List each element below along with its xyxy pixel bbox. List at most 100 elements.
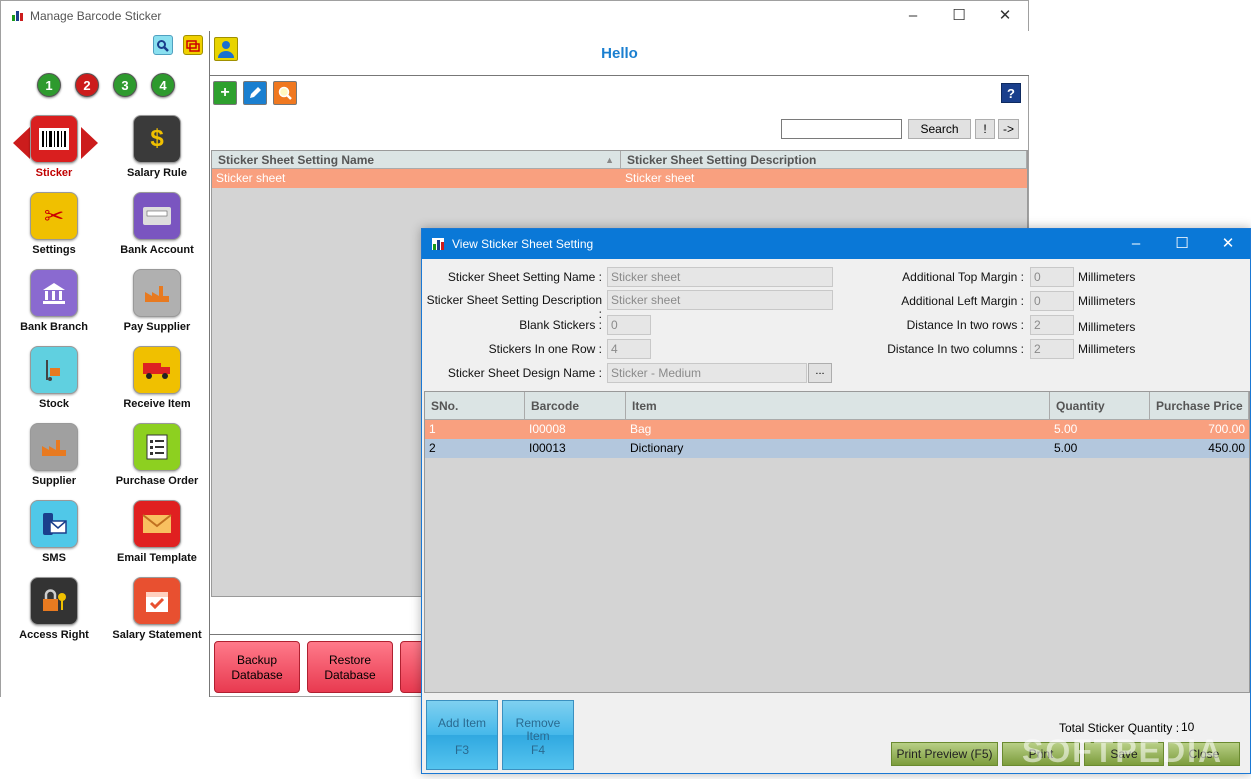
rows-distance-field[interactable]: 2 [1030,315,1074,335]
search-icon[interactable] [153,35,173,55]
design-name-field[interactable]: Sticker - Medium [607,363,807,383]
stickers-per-row-field[interactable]: 4 [607,339,651,359]
column-header-sno[interactable]: SNo. [425,392,525,419]
truck-icon [133,346,181,394]
module-label: Stock [39,398,69,410]
module-supplier[interactable]: Supplier [4,423,104,487]
next-button[interactable]: -> [998,119,1019,139]
edit-pencil-icon[interactable] [243,81,267,105]
module-label: Salary Rule [127,167,187,179]
restore-database-button[interactable]: Restore Database [307,641,393,693]
module-bank-branch[interactable]: Bank Branch [4,269,104,333]
print-preview-button[interactable]: Print Preview (F5) [891,742,998,766]
module-email-template[interactable]: Email Template [107,500,207,564]
module-label: Purchase Order [115,475,199,487]
step-3-button[interactable]: 3 [113,73,137,97]
module-sticker[interactable]: Sticker [4,115,104,179]
add-icon[interactable]: + [213,81,237,105]
search-input[interactable] [781,119,902,139]
cell-quantity: 5.00 [1054,422,1078,436]
top-margin-field[interactable]: 0 [1030,267,1074,287]
backup-database-button[interactable]: Backup Database [214,641,300,693]
button-label: Remove Item [515,716,561,743]
cell-quantity: 5.00 [1054,441,1078,455]
column-header-purchase-price[interactable]: Purchase Price [1150,392,1249,419]
view-sticker-sheet-dialog: View Sticker Sheet Setting – ☐ ✕ Sticker… [421,228,1251,774]
module-label: Pay Supplier [123,321,191,333]
dialog-close-button[interactable]: ✕ [1205,233,1251,255]
blank-stickers-field[interactable]: 0 [607,315,651,335]
cell-barcode: I00008 [529,422,566,436]
remove-item-button[interactable]: Remove Item F4 [502,700,574,770]
search-button[interactable]: Search [908,119,971,139]
lock-key-icon [30,577,78,625]
left-margin-label: Additional Left Margin : [901,294,1024,308]
button-line: Restore [328,653,372,667]
module-pay-supplier[interactable]: Pay Supplier [107,269,207,333]
module-bank-account[interactable]: Bank Account [107,192,207,256]
module-sms[interactable]: SMS [4,500,104,564]
table-row[interactable]: 2 I00013 Dictionary 5.00 450.00 [425,439,1249,458]
button-line: Backup [236,653,278,667]
main-titlebar[interactable]: Manage Barcode Sticker – ☐ ✕ [1,1,1028,31]
left-panel: 1 2 3 4 Sticker $ Salary Rule ✂ Settings… [1,31,209,697]
items-grid-header: SNo. Barcode Item Quantity Purchase Pric… [425,392,1249,420]
column-header-item[interactable]: Item [626,392,1050,419]
rows-distance-label: Distance In two rows : [906,318,1024,332]
browse-design-button[interactable]: ... [808,363,832,383]
step-4-button[interactable]: 4 [151,73,175,97]
cell-sno: 2 [429,441,436,455]
cell-barcode: I00013 [529,441,566,455]
column-header-barcode[interactable]: Barcode [525,392,626,419]
module-salary-rule[interactable]: $ Salary Rule [107,115,207,179]
table-row[interactable]: Sticker sheet Sticker sheet [212,169,1027,188]
grid-header: Sticker Sheet Setting Name ▲ Sticker Shee… [212,151,1027,169]
view-magnifier-icon[interactable] [273,81,297,105]
column-header-quantity[interactable]: Quantity [1050,392,1150,419]
module-access-right[interactable]: Access Right [4,577,104,641]
close-button[interactable]: ✕ [982,5,1028,27]
module-label: Supplier [31,475,76,487]
step-2-button[interactable]: 2 [75,73,99,97]
add-item-button[interactable]: Add Item F3 [426,700,498,770]
minimize-button[interactable]: – [890,5,936,27]
setting-name-field[interactable]: Sticker sheet [607,267,833,287]
module-purchase-order[interactable]: Purchase Order [107,423,207,487]
dialog-titlebar[interactable]: View Sticker Sheet Setting – ☐ ✕ [422,229,1250,259]
maximize-button[interactable]: ☐ [936,5,982,27]
cell-purchase-price: 450.00 [1208,441,1245,455]
left-margin-unit: Millimeters [1078,294,1136,308]
items-grid: SNo. Barcode Item Quantity Purchase Pric… [424,391,1250,693]
column-header-description[interactable]: Sticker Sheet Setting Description [621,151,1027,168]
greeting-bar: Hello [210,31,1029,76]
setting-name-label: Sticker Sheet Setting Name : [447,270,602,284]
top-margin-unit: Millimeters [1078,270,1136,284]
module-stock[interactable]: Stock [4,346,104,410]
module-salary-statement[interactable]: Salary Statement [107,577,207,641]
module-label: Receive Item [123,398,191,410]
tools-icon: ✂ [30,192,78,240]
button-label: Add Item [437,716,487,730]
button-shortcut: F4 [530,743,545,757]
dialog-maximize-button[interactable]: ☐ [1159,233,1205,255]
column-header-name[interactable]: Sticker Sheet Setting Name ▲ [212,151,621,168]
columns-distance-field[interactable]: 2 [1030,339,1074,359]
module-label: Access Right [19,629,89,641]
module-receive-item[interactable]: Receive Item [107,346,207,410]
module-settings[interactable]: ✂ Settings [4,192,104,256]
dialog-minimize-button[interactable]: – [1113,233,1159,255]
setting-description-field[interactable]: Sticker sheet [607,290,833,310]
help-icon[interactable]: ? [1001,83,1021,103]
rows-distance-unit: Millimeters [1078,320,1136,334]
factory-icon [30,423,78,471]
step-1-button[interactable]: 1 [37,73,61,97]
design-name-label: Sticker Sheet Design Name : [447,366,602,380]
sort-icon: ▲ [605,155,614,165]
cell-description: Sticker sheet [625,171,695,185]
left-margin-field[interactable]: 0 [1030,291,1074,311]
window-icon[interactable] [183,35,203,55]
calendar-check-icon [133,577,181,625]
table-row[interactable]: 1 I00008 Bag 5.00 700.00 [425,420,1249,439]
top-margin-label: Additional Top Margin : [902,270,1024,284]
exclamation-button[interactable]: ! [975,119,995,139]
